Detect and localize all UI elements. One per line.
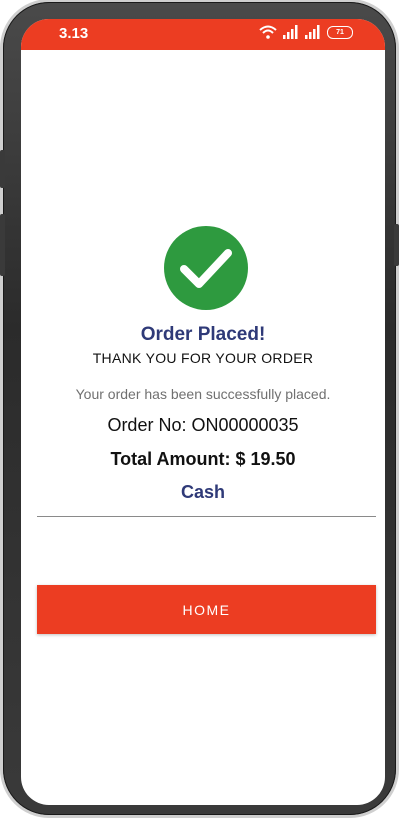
wifi-icon — [259, 25, 277, 39]
app-screen: 3.13 71 Order Placed! THANK YOU FOR YOUR… — [21, 19, 385, 805]
confirmation-message: Your order has been successfully placed. — [75, 386, 331, 402]
divider — [37, 516, 376, 517]
phone-side-button — [0, 150, 5, 188]
status-icons: 71 — [259, 25, 353, 39]
phone-side-button — [0, 214, 5, 276]
home-button[interactable]: HOME — [37, 585, 376, 634]
status-time: 3.13 — [59, 25, 89, 42]
phone-side-button — [394, 224, 399, 266]
check-circle-icon — [164, 226, 248, 310]
payment-method: Cash — [180, 482, 225, 502]
signal-icon — [283, 25, 298, 39]
confirmation-title: Order Placed! — [140, 324, 266, 345]
signal-icon — [305, 25, 320, 39]
confirmation-subtitle: THANK YOU FOR YOUR ORDER — [92, 350, 314, 366]
total-amount: Total Amount: $ 19.50 — [110, 449, 296, 469]
order-number: Order No: ON00000035 — [107, 415, 299, 435]
status-bar: 3.13 71 — [21, 19, 385, 50]
battery-icon: 71 — [327, 25, 353, 39]
phone-frame: 3.13 71 Order Placed! THANK YOU FOR YOUR… — [0, 2, 399, 815]
